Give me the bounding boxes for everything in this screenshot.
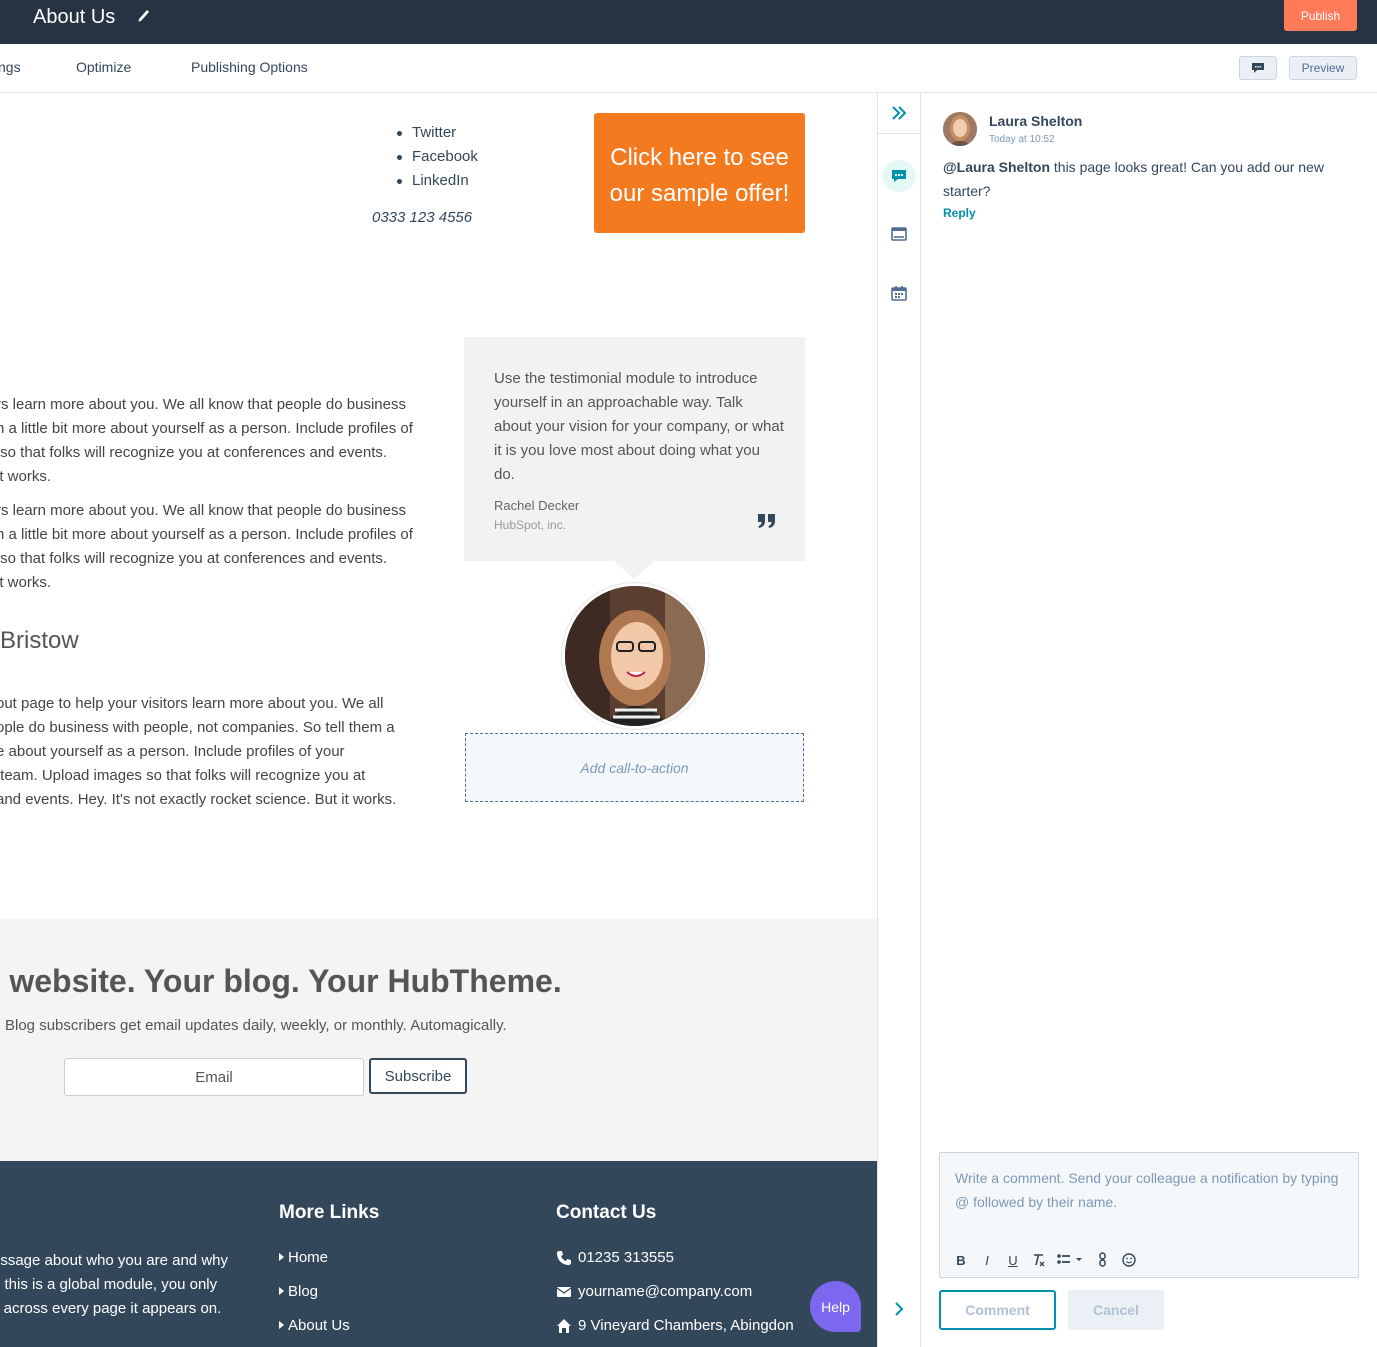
- page-canvas: Twitter Facebook LinkedIn 0333 123 4556 …: [0, 93, 877, 1347]
- footer-link-blog[interactable]: Blog: [279, 1283, 350, 1317]
- add-cta-placeholder[interactable]: Add call-to-action: [465, 733, 804, 802]
- bold-icon[interactable]: B: [952, 1251, 970, 1269]
- comment-editor[interactable]: Write a comment. Send your colleague a n…: [939, 1152, 1359, 1278]
- home-icon: [557, 1319, 571, 1333]
- double-chevron-right-icon[interactable]: [889, 103, 909, 123]
- footer-links-list: Home Blog About Us: [279, 1249, 350, 1347]
- footer-link-label: Blog: [288, 1283, 319, 1300]
- comment-icon[interactable]: [889, 166, 909, 186]
- tab-settings[interactable]: ngs: [0, 59, 21, 75]
- testimonial-company: HubSpot, inc.: [494, 518, 567, 532]
- person-photo-icon: [943, 112, 977, 146]
- subscribe-heading: r website. Your blog. Your HubTheme.: [0, 963, 562, 999]
- footer: essage about who you are and why e this …: [0, 1161, 877, 1347]
- footer-link-about-us[interactable]: About Us: [279, 1317, 350, 1347]
- comment-input[interactable]: Write a comment. Send your colleague a n…: [955, 1166, 1350, 1214]
- emoji-icon[interactable]: [1120, 1251, 1138, 1269]
- italic-icon[interactable]: I: [978, 1251, 996, 1269]
- phone-number: 0333 123 4556: [372, 209, 473, 226]
- caret-right-icon: [279, 1287, 284, 1295]
- comment-mention[interactable]: @Laura Shelton: [943, 159, 1050, 175]
- envelope-icon: [556, 1287, 572, 1297]
- chevron-right-icon[interactable]: [889, 1299, 909, 1319]
- help-button[interactable]: Help: [810, 1281, 861, 1332]
- footer-link-label: Home: [288, 1249, 329, 1266]
- caret-right-icon: [279, 1321, 284, 1329]
- avatar: [943, 112, 977, 146]
- footer-contact-label: 9 Vineyard Chambers, Abingdon: [578, 1317, 794, 1334]
- footer-contact-phone[interactable]: 01235 313555: [556, 1249, 794, 1283]
- footer-links-heading: More Links: [279, 1202, 380, 1223]
- pencil-icon[interactable]: [137, 7, 151, 23]
- rail-header: [878, 93, 920, 134]
- testimonial-card[interactable]: Use the testimonial module to introduce …: [464, 337, 805, 579]
- editor-toolbar: B I U: [952, 1251, 1146, 1269]
- reply-link[interactable]: Reply: [943, 206, 976, 220]
- about-paragraph-2: rs learn more about you. We all know tha…: [0, 502, 413, 591]
- footer-contact-label: yourname@company.com: [578, 1283, 753, 1300]
- comment-timestamp: Today at 10:52: [989, 134, 1055, 145]
- comment-icon: [1252, 63, 1264, 73]
- footer-contact-list: 01235 313555 yourname@company.com 9 Vine…: [556, 1249, 794, 1347]
- testimonial-author: Rachel Decker: [494, 498, 580, 513]
- about-paragraph-1: rs learn more about you. We all know tha…: [0, 396, 413, 485]
- cancel-button[interactable]: Cancel: [1068, 1290, 1164, 1330]
- comments-panel: Laura Shelton Today at 10:52 @Laura Shel…: [921, 93, 1377, 1347]
- comment-submit-button[interactable]: Comment: [939, 1290, 1056, 1330]
- editor-tab-bar: ngs Optimize Publishing Options Preview: [0, 44, 1377, 93]
- social-links-list: Twitter Facebook LinkedIn: [397, 121, 478, 193]
- quote-icon: [758, 514, 775, 528]
- clear-format-icon[interactable]: [1030, 1251, 1048, 1269]
- sample-offer-cta-button[interactable]: Click here to see our sample offer!: [594, 113, 805, 233]
- subscribe-text: Blog subscribers get email updates daily…: [5, 1017, 507, 1034]
- social-link-linkedin[interactable]: LinkedIn: [397, 169, 478, 193]
- about-paragraph-3: out page to help your visitors learn mor…: [0, 695, 397, 808]
- tab-publishing-options[interactable]: Publishing Options: [191, 59, 308, 75]
- top-bar: About Us Publish: [0, 0, 1377, 44]
- publish-button[interactable]: Publish: [1284, 0, 1357, 31]
- footer-link-label: About Us: [288, 1317, 350, 1334]
- calendar-icon[interactable]: [889, 283, 909, 303]
- team-member-heading: Bristow: [0, 627, 79, 654]
- list-dropdown-icon[interactable]: [1056, 1251, 1086, 1269]
- social-link-twitter[interactable]: Twitter: [397, 121, 478, 145]
- layout-icon[interactable]: [889, 224, 909, 244]
- footer-link-home[interactable]: Home: [279, 1249, 350, 1283]
- sidebar-icon-rail: [877, 93, 921, 1347]
- caret-right-icon: [279, 1253, 284, 1261]
- footer-about-text: essage about who you are and why e this …: [0, 1252, 228, 1317]
- preview-button[interactable]: Preview: [1289, 56, 1357, 80]
- subscribe-section: r website. Your blog. Your HubTheme. Blo…: [0, 919, 877, 1161]
- comments-toggle-button[interactable]: [1239, 56, 1277, 80]
- comment-author[interactable]: Laura Shelton: [989, 113, 1082, 129]
- social-link-facebook[interactable]: Facebook: [397, 145, 478, 169]
- underline-icon[interactable]: U: [1004, 1251, 1022, 1269]
- tab-optimize[interactable]: Optimize: [76, 59, 131, 75]
- person-photo-icon: [565, 586, 705, 726]
- page-title[interactable]: About Us: [33, 5, 115, 29]
- email-input[interactable]: [64, 1058, 364, 1096]
- footer-contact-address[interactable]: 9 Vineyard Chambers, Abingdon: [556, 1317, 794, 1347]
- phone-icon: [557, 1251, 571, 1265]
- link-icon[interactable]: [1094, 1251, 1112, 1269]
- testimonial-quote: Use the testimonial module to introduce …: [494, 370, 784, 483]
- footer-contact-label: 01235 313555: [578, 1249, 674, 1266]
- testimonial-avatar: [562, 583, 708, 729]
- footer-contact-email[interactable]: yourname@company.com: [556, 1283, 794, 1317]
- footer-contact-heading: Contact Us: [556, 1202, 657, 1223]
- subscribe-button[interactable]: Subscribe: [369, 1058, 467, 1094]
- comment-body: @Laura Shelton this page looks great! Ca…: [943, 155, 1359, 203]
